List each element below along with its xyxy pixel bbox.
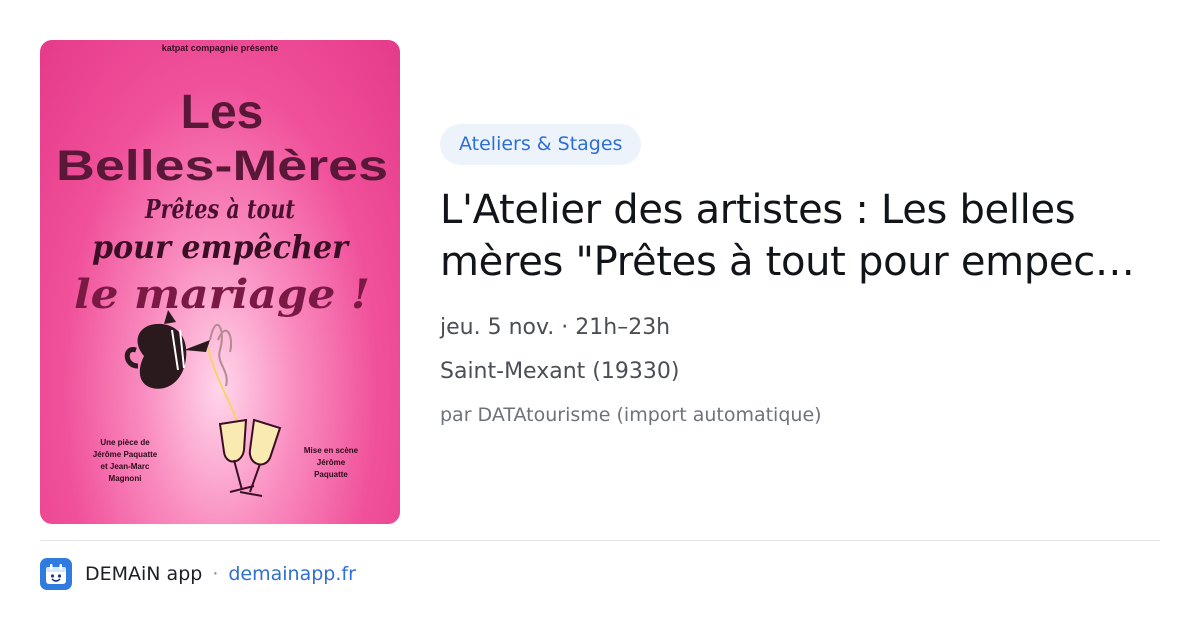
poster-title-line1: Les bbox=[181, 86, 264, 139]
poster-credits-right: Mise en scène Jérôme Paquatte bbox=[304, 446, 359, 479]
svg-text:Une pièce de: Une pièce de bbox=[100, 438, 150, 447]
champagne-glasses-illustration bbox=[218, 418, 282, 497]
svg-text:Paquatte: Paquatte bbox=[314, 470, 348, 479]
app-name: DEMAiN app bbox=[85, 563, 203, 585]
poster-tagline-line3: le mariage ! bbox=[74, 271, 370, 318]
teapot-illustration bbox=[124, 310, 239, 425]
event-card[interactable]: katpat compagnie présente Les Belles-Mèr… bbox=[0, 0, 1200, 630]
calendar-face-icon bbox=[40, 558, 72, 590]
site-footer: DEMAiN app · demainapp.fr bbox=[40, 558, 356, 590]
event-poster-image[interactable]: katpat compagnie présente Les Belles-Mèr… bbox=[40, 40, 400, 524]
category-badge[interactable]: Ateliers & Stages bbox=[440, 124, 642, 165]
poster-presenter: katpat compagnie présente bbox=[162, 43, 279, 53]
event-title[interactable]: L'Atelier des artistes : Les belles mère… bbox=[440, 184, 1160, 288]
event-source: par DATAtourisme (import automatique) bbox=[440, 404, 822, 426]
poster-tagline-line1: Prêtes à tout bbox=[144, 195, 295, 225]
svg-text:et Jean-Marc: et Jean-Marc bbox=[101, 462, 150, 471]
domain-link[interactable]: demainapp.fr bbox=[228, 563, 356, 585]
event-datetime: jeu. 5 nov. · 21h–23h bbox=[440, 315, 671, 340]
poster-title-line2: Belles-Mères bbox=[56, 142, 388, 190]
svg-text:Magnoni: Magnoni bbox=[109, 474, 142, 483]
event-title-line1: L'Atelier des artistes : Les belles bbox=[440, 187, 1076, 233]
poster-tagline-line2: pour empêcher bbox=[92, 228, 350, 266]
poster-credits-left: Une pièce de Jérôme Paquatte et Jean-Mar… bbox=[93, 438, 158, 483]
svg-text:Jérôme Paquatte: Jérôme Paquatte bbox=[93, 450, 158, 459]
footer-separator: · bbox=[212, 563, 219, 585]
event-title-line2: mères "Prêtes à tout pour empec… bbox=[440, 239, 1135, 285]
event-location: Saint-Mexant (19330) bbox=[440, 359, 680, 384]
svg-text:Jérôme: Jérôme bbox=[317, 458, 346, 467]
footer-divider bbox=[40, 540, 1160, 541]
poster-artwork: katpat compagnie présente Les Belles-Mèr… bbox=[56, 43, 388, 497]
svg-text:Mise en scène: Mise en scène bbox=[304, 446, 359, 455]
